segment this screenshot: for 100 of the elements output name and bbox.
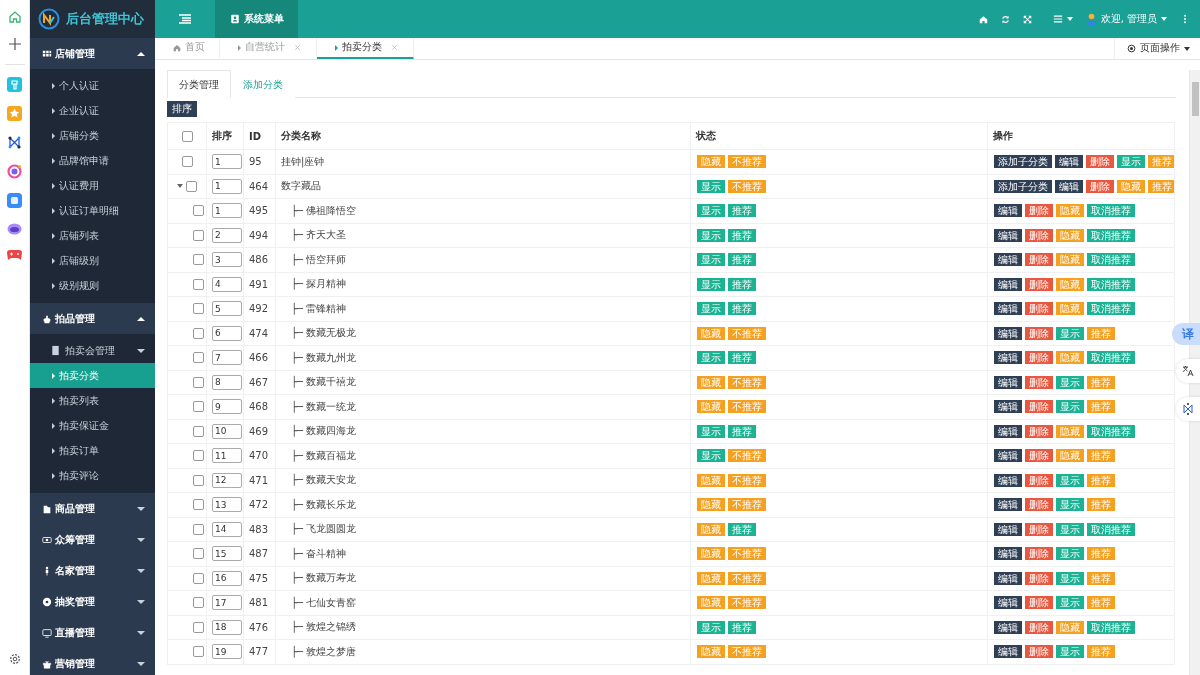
action-button[interactable]: 编辑 xyxy=(994,645,1022,659)
action-button[interactable]: 删除 xyxy=(1025,449,1053,463)
star-app-icon[interactable] xyxy=(7,106,22,121)
action-button[interactable]: 删除 xyxy=(1025,498,1053,512)
sidebar-item[interactable]: 认证费用 xyxy=(30,173,155,198)
sidebar-item[interactable]: 拍卖列表 xyxy=(30,388,155,413)
checkbox[interactable] xyxy=(186,180,197,192)
sort-button[interactable]: 排序 xyxy=(167,101,197,117)
action-button[interactable]: 编辑 xyxy=(994,302,1022,316)
checkbox[interactable] xyxy=(193,499,204,511)
action-button[interactable]: 编辑 xyxy=(994,253,1022,267)
sort-field[interactable]: 16 xyxy=(212,570,242,586)
action-button[interactable]: 删除 xyxy=(1025,547,1053,561)
action-button[interactable]: 删除 xyxy=(1025,326,1053,340)
checkbox[interactable] xyxy=(193,254,204,266)
content-tab[interactable]: 分类管理 xyxy=(167,70,231,98)
sort-field[interactable]: 15 xyxy=(212,546,242,562)
checkbox[interactable] xyxy=(193,303,204,315)
action-button[interactable]: 添加子分类 xyxy=(994,179,1052,193)
action-button[interactable]: 删除 xyxy=(1025,228,1053,242)
action-button[interactable]: 编辑 xyxy=(994,326,1022,340)
sidebar-item[interactable]: 店铺分类 xyxy=(30,123,155,148)
sort-field[interactable]: 4 xyxy=(212,276,242,292)
action-button[interactable]: 删除 xyxy=(1025,351,1053,365)
sort-field[interactable]: 12 xyxy=(212,472,242,488)
checkbox[interactable] xyxy=(193,401,204,413)
action-button[interactable]: 删除 xyxy=(1025,424,1053,438)
sidebar-item[interactable]: 拍卖保证金 xyxy=(30,413,155,438)
sidebar-item[interactable]: 级别规则 xyxy=(30,273,155,298)
settings-icon[interactable] xyxy=(8,653,21,665)
checkbox[interactable] xyxy=(193,376,204,388)
sidebar-item[interactable]: 企业认证 xyxy=(30,98,155,123)
sort-field[interactable]: 1 xyxy=(212,154,242,170)
checkbox[interactable] xyxy=(193,450,204,462)
sidebar-item[interactable]: 认证订单明细 xyxy=(30,198,155,223)
checkbox[interactable] xyxy=(193,621,204,633)
sort-field[interactable]: 11 xyxy=(212,448,242,464)
action-button[interactable]: 删除 xyxy=(1025,375,1053,389)
checkbox[interactable] xyxy=(193,523,204,535)
checkbox[interactable] xyxy=(181,156,193,168)
sort-field[interactable]: 6 xyxy=(212,325,242,341)
sort-field[interactable]: 19 xyxy=(212,644,242,660)
sidebar-item[interactable]: 店铺列表 xyxy=(30,223,155,248)
page-tab[interactable]: 拍卖分类 xyxy=(317,38,414,59)
sort-field[interactable]: 8 xyxy=(212,374,242,390)
action-button[interactable]: 编辑 xyxy=(994,400,1022,414)
action-button[interactable]: 编辑 xyxy=(994,424,1022,438)
action-button[interactable]: 删除 xyxy=(1086,179,1114,193)
sidebar-item[interactable]: 品牌馆申请 xyxy=(30,148,155,173)
action-button[interactable]: 删除 xyxy=(1025,620,1053,634)
home-icon[interactable] xyxy=(7,10,22,24)
language-button[interactable] xyxy=(1176,359,1200,383)
sort-field[interactable]: 18 xyxy=(212,619,242,635)
action-button[interactable]: 编辑 xyxy=(994,620,1022,634)
sidebar-item[interactable]: 拍卖会管理 xyxy=(30,338,155,363)
checkbox[interactable] xyxy=(193,646,204,658)
action-button[interactable]: 删除 xyxy=(1025,645,1053,659)
action-button[interactable]: 编辑 xyxy=(994,375,1022,389)
action-button[interactable]: 删除 xyxy=(1025,596,1053,610)
system-menu-tab[interactable]: 系统菜单 xyxy=(215,0,298,38)
sort-field[interactable]: 3 xyxy=(212,252,242,268)
action-button[interactable]: 编辑 xyxy=(1055,155,1083,169)
checkbox[interactable] xyxy=(193,597,204,609)
action-button[interactable]: 删除 xyxy=(1025,571,1053,585)
sort-field[interactable]: 1 xyxy=(212,178,242,194)
checkbox[interactable] xyxy=(193,548,204,560)
checkbox[interactable] xyxy=(181,130,193,142)
action-button[interactable]: 删除 xyxy=(1086,155,1114,169)
action-button[interactable]: 编辑 xyxy=(994,204,1022,218)
action-button[interactable]: 编辑 xyxy=(994,547,1022,561)
sort-field[interactable]: 9 xyxy=(212,399,242,415)
network-button[interactable] xyxy=(1176,397,1200,421)
sort-field[interactable]: 7 xyxy=(212,350,242,366)
sidebar-item[interactable]: 拍卖订单 xyxy=(30,438,155,463)
sort-field[interactable]: 10 xyxy=(212,423,242,439)
sidebar-item[interactable]: 店铺级别 xyxy=(30,248,155,273)
action-button[interactable]: 删除 xyxy=(1025,302,1053,316)
action-button[interactable]: 编辑 xyxy=(994,449,1022,463)
action-button[interactable]: 编辑 xyxy=(1055,179,1083,193)
checkbox[interactable] xyxy=(193,278,204,290)
checkbox[interactable] xyxy=(193,425,204,437)
checkbox[interactable] xyxy=(193,572,204,584)
action-button[interactable]: 编辑 xyxy=(994,498,1022,512)
action-button[interactable]: 编辑 xyxy=(994,596,1022,610)
sidebar-item[interactable]: 个人认证 xyxy=(30,73,155,98)
checkbox[interactable] xyxy=(193,327,204,339)
action-button[interactable]: 删除 xyxy=(1025,204,1053,218)
action-button[interactable]: 删除 xyxy=(1025,253,1053,267)
action-button[interactable]: 编辑 xyxy=(994,571,1022,585)
action-button[interactable]: 删除 xyxy=(1025,522,1053,536)
action-button[interactable]: 编辑 xyxy=(994,351,1022,365)
sort-field[interactable]: 2 xyxy=(212,227,242,243)
network-icon[interactable] xyxy=(7,135,22,150)
sort-field[interactable]: 1 xyxy=(212,203,242,219)
plus-icon[interactable] xyxy=(8,38,21,50)
checkbox[interactable] xyxy=(193,474,204,486)
action-button[interactable]: 删除 xyxy=(1025,277,1053,291)
action-button[interactable]: 编辑 xyxy=(994,228,1022,242)
sort-field[interactable]: 5 xyxy=(212,301,242,317)
action-button[interactable]: 编辑 xyxy=(994,277,1022,291)
